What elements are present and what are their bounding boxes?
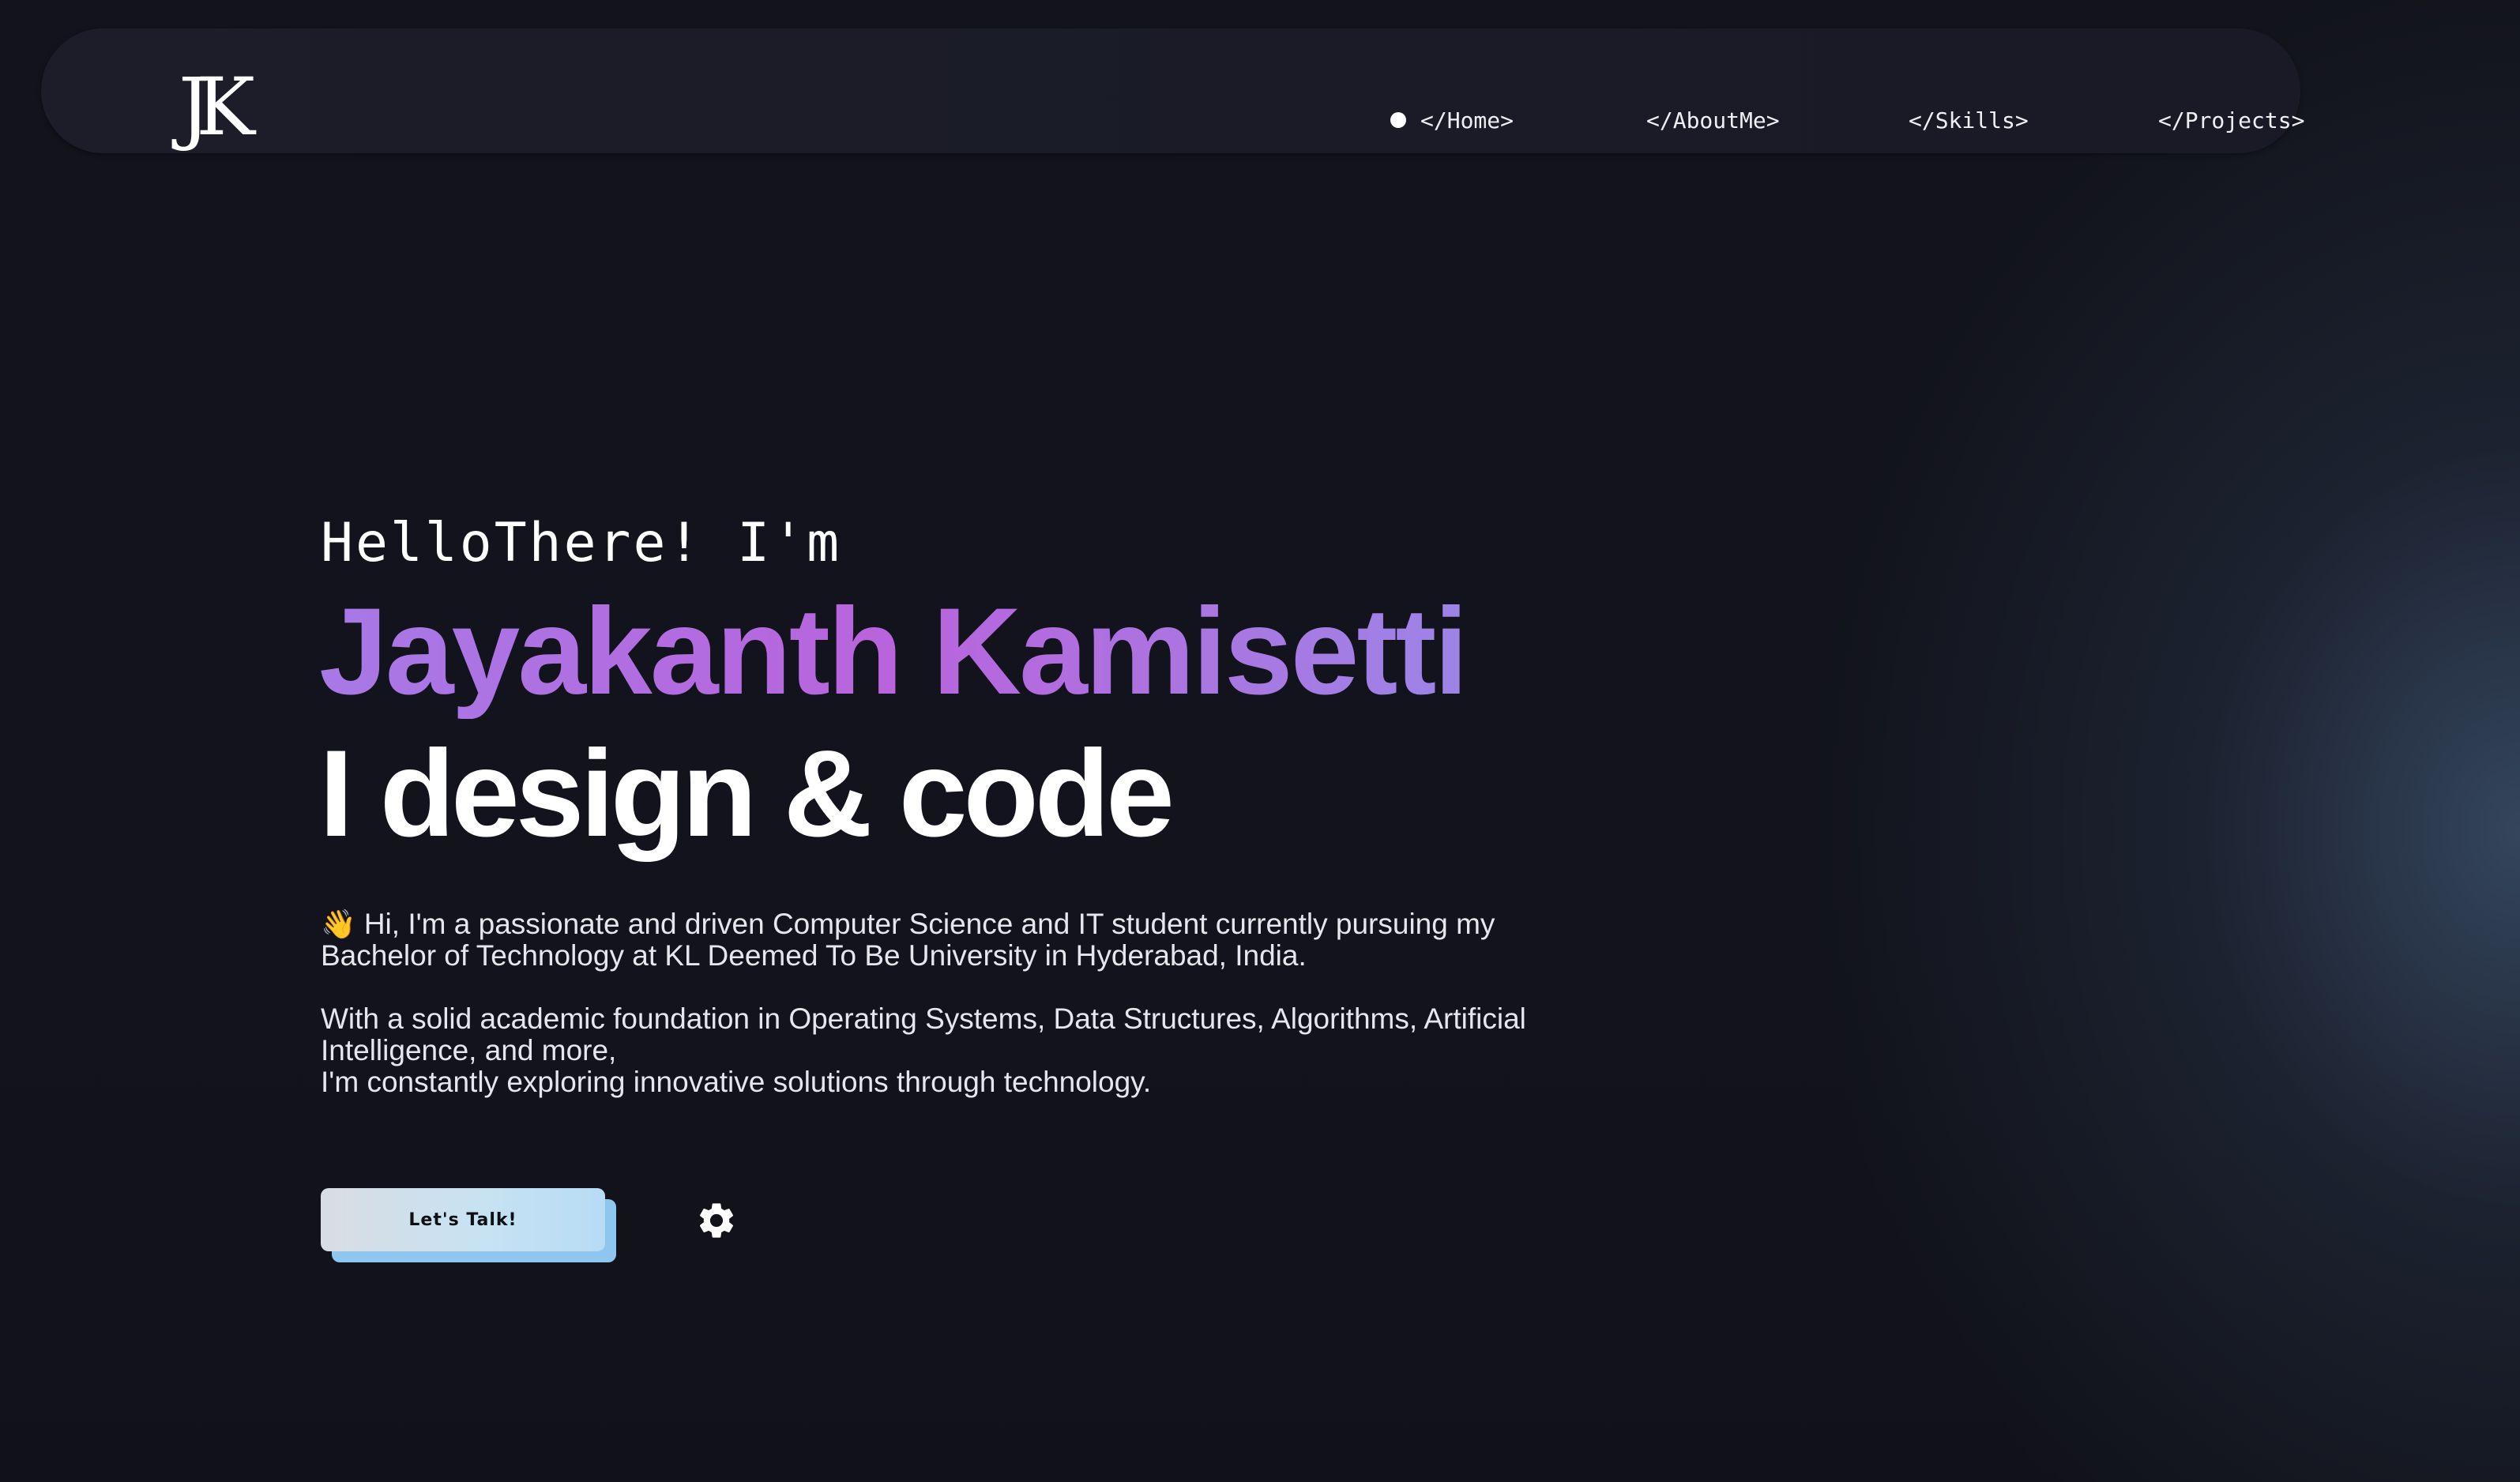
hero-intro: 👋 Hi, I'm a passionate and driven Compute… xyxy=(321,908,1616,1098)
nav-links: </Home> </AboutMe> </Skills> </Projects> xyxy=(41,28,2304,153)
nav-item-home[interactable]: </Home> xyxy=(1390,104,1514,136)
lets-talk-button[interactable]: Let's Talk! xyxy=(321,1188,605,1251)
nav-item-skills[interactable]: </Skills> xyxy=(1909,104,2029,136)
navbar: JK </Home> </AboutMe> </Skills> </Projec… xyxy=(41,28,2304,153)
hero-greeting: HelloThere! I'm xyxy=(321,512,842,574)
intro-text-1: Hi, I'm a passionate and driven Computer… xyxy=(321,908,1495,972)
gear-icon[interactable] xyxy=(695,1199,738,1242)
nav-item-label: </Projects> xyxy=(2158,107,2305,134)
nav-item-aboutme[interactable]: </AboutMe> xyxy=(1646,104,1780,136)
intro-paragraph-3: I'm constantly exploring innovative solu… xyxy=(321,1066,1152,1098)
nav-item-label: </Home> xyxy=(1420,107,1514,134)
gear-icon-svg xyxy=(699,1203,734,1238)
nav-item-projects[interactable]: </Projects> xyxy=(2158,104,2304,136)
hero-name: Jayakanth Kamisetti xyxy=(319,583,1469,720)
nav-item-label: </Skills> xyxy=(1909,107,2029,134)
intro-paragraph-1: 👋 Hi, I'm a passionate and driven Compute… xyxy=(321,908,1616,972)
intro-paragraph-2: With a solid academic foundation in Oper… xyxy=(321,1002,1526,1066)
waving-hand-icon: 👋 xyxy=(321,908,356,940)
cta-wrapper: Let's Talk! xyxy=(321,1188,616,1262)
nav-item-label: </AboutMe> xyxy=(1646,107,1780,134)
hero-tagline: I design & code xyxy=(319,725,1175,863)
active-indicator-dot xyxy=(1390,112,1406,128)
